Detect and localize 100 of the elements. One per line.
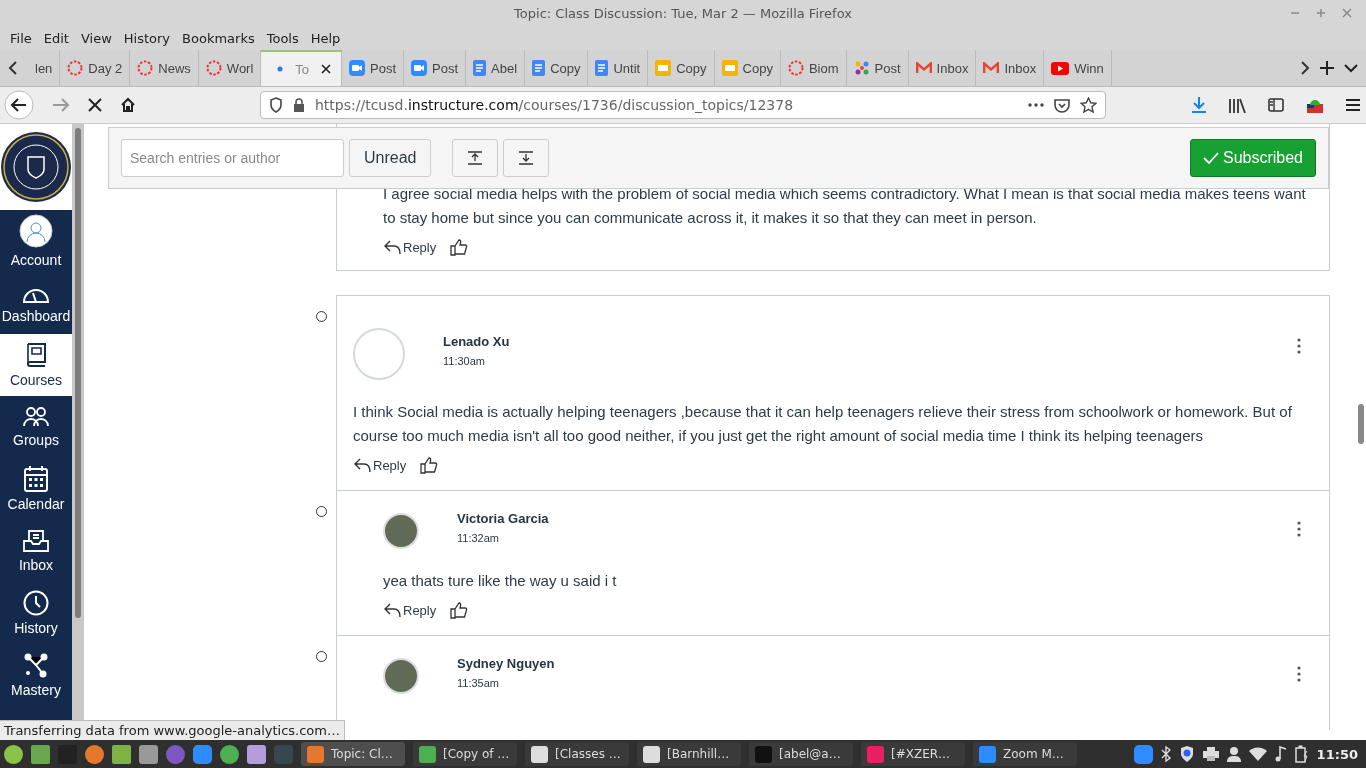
post-time: 11:30am (443, 355, 486, 367)
school-seal-logo[interactable] (0, 131, 72, 203)
app-icon (755, 745, 772, 763)
close-tab-icon[interactable] (321, 64, 332, 74)
clock-icon (23, 590, 49, 616)
reply-arrow-icon (353, 457, 371, 473)
calendar-icon (24, 466, 48, 492)
pocket-icon[interactable] (1054, 97, 1070, 113)
document-icon (595, 60, 609, 76)
browser-tab[interactable]: Inbox (976, 50, 1045, 86)
taskbar-window[interactable]: Zoom M… (973, 742, 1077, 766)
unread-button[interactable]: Unread (349, 139, 432, 177)
page-scrollbar-thumb[interactable] (1358, 404, 1364, 444)
taskbar-window[interactable]: [Classes … (525, 742, 629, 766)
expand-button[interactable] (503, 139, 550, 177)
browser-tab[interactable]: Copy (714, 50, 781, 86)
shield-icon (269, 97, 283, 113)
nav-item[interactable]: Groups (0, 396, 72, 458)
browser-tab[interactable]: Winn (1044, 50, 1112, 86)
browser-tab[interactable]: Post (846, 50, 909, 86)
thumbs-up-icon[interactable] (450, 238, 469, 256)
wifi-icon[interactable] (1248, 747, 1267, 761)
menu-item[interactable]: Tools (260, 30, 305, 46)
taskbar-window[interactable]: [abel@a… (749, 742, 853, 766)
clock: 11:50 (1316, 746, 1358, 762)
menu-item[interactable]: History (117, 30, 177, 46)
menu-icon[interactable] (1346, 99, 1360, 111)
browser-tab[interactable]: Post (404, 50, 467, 86)
browser-tab[interactable]: Copy (648, 50, 715, 86)
author-name[interactable]: Sydney Nguyen (457, 656, 555, 671)
sidebar-icon[interactable] (1268, 98, 1284, 112)
printer-icon[interactable] (1202, 747, 1219, 761)
address-field[interactable]: https://tcusd.instructure.com/courses/1736/discussion_topics/12378 (260, 91, 1106, 119)
app-icon (419, 745, 436, 763)
scroll-right-icon[interactable] (1300, 61, 1310, 75)
slides-icon (655, 60, 672, 76)
app-icon (867, 745, 884, 763)
music-note-icon[interactable] (1274, 746, 1287, 762)
download-icon[interactable] (1192, 97, 1206, 113)
browser-tab[interactable]: Day 2 (60, 50, 131, 86)
thumbs-up-icon[interactable] (450, 601, 469, 619)
new-tab-icon[interactable] (1320, 61, 1334, 75)
back-icon[interactable] (4, 90, 34, 120)
browser-tab[interactable]: Post (342, 50, 405, 86)
user-icon[interactable] (1226, 746, 1241, 762)
options-icon[interactable] (1297, 521, 1301, 537)
thumbs-up-icon[interactable] (420, 456, 439, 474)
taskbar-window[interactable]: [Copy of … (413, 742, 517, 766)
more-icon[interactable] (1028, 103, 1044, 107)
dotted-ring-icon (787, 60, 804, 76)
browser-tab[interactable]: Copy (525, 50, 589, 86)
browser-tab[interactable]: Inbox (908, 50, 977, 86)
browser-tab[interactable]: News (130, 50, 199, 86)
browser-tab[interactable]: len (28, 50, 61, 86)
tab-list-icon[interactable] (1344, 63, 1358, 73)
nav-item[interactable]: Calendar (0, 458, 72, 520)
options-icon[interactable] (1297, 338, 1301, 354)
author-name[interactable]: Victoria Garcia (457, 511, 549, 526)
entry-text: I think Social media is actually helping teenagers ,because that it can help teenagers relieve their stress from schoolwork or homework. But of course too much media isn't all too good neither, if you just get the right amount of social media time I think its helping teenagers (353, 402, 1293, 446)
menu-item[interactable]: File (4, 30, 38, 46)
bluetooth-icon[interactable] (1160, 746, 1171, 762)
document-icon (473, 60, 487, 76)
nav-item[interactable]: Dashboard (0, 272, 72, 334)
author-name[interactable]: Lenado Xu (443, 334, 510, 349)
nav-item[interactable]: History (0, 582, 72, 644)
browser-tab[interactable]: Abel (466, 50, 526, 86)
menu-item[interactable]: View (74, 30, 118, 46)
taskbar-window[interactable]: [Barnhill… (637, 742, 741, 766)
taskbar-window[interactable]: Topic: Cl… (301, 742, 405, 766)
menu-item[interactable]: Edit (37, 30, 75, 46)
browser-tab[interactable]: Biom (780, 50, 847, 86)
reply-button[interactable]: Reply (383, 239, 437, 255)
star-icon[interactable] (1080, 97, 1097, 113)
battery-icon[interactable] (1294, 745, 1309, 763)
nav-item[interactable]: Inbox (0, 520, 72, 582)
scrollbar-thumb[interactable] (75, 128, 81, 618)
nav-item[interactable]: Mastery (0, 644, 72, 706)
browser-tab[interactable]: Untit (588, 50, 649, 86)
search-field[interactable]: Search entries or author (121, 139, 344, 177)
taskbar-window[interactable]: [#XZER… (861, 742, 965, 766)
avatar-placeholder (353, 328, 405, 380)
mail-icon (983, 62, 1000, 74)
menu-item[interactable]: Bookmarks (176, 30, 261, 46)
shield-icon[interactable] (1178, 745, 1195, 763)
home-icon[interactable] (120, 97, 136, 113)
avatar-picture (383, 658, 419, 694)
scroll-left-icon[interactable] (8, 61, 18, 75)
library-icon[interactable] (1228, 97, 1246, 113)
menu-item[interactable]: Help (304, 30, 347, 46)
dotted-ring-icon (205, 60, 222, 76)
reply-button[interactable]: Reply (383, 602, 437, 618)
extension-icon[interactable] (1306, 97, 1324, 113)
nav-item[interactable]: Account (0, 210, 72, 272)
reply-button[interactable]: Reply (353, 457, 407, 473)
stop-icon[interactable] (88, 98, 102, 112)
options-icon[interactable] (1297, 666, 1301, 682)
book-icon (25, 342, 47, 368)
nav-item[interactable]: Courses (0, 334, 72, 396)
inbox-icon (23, 529, 49, 553)
collapse-button[interactable] (452, 139, 499, 177)
